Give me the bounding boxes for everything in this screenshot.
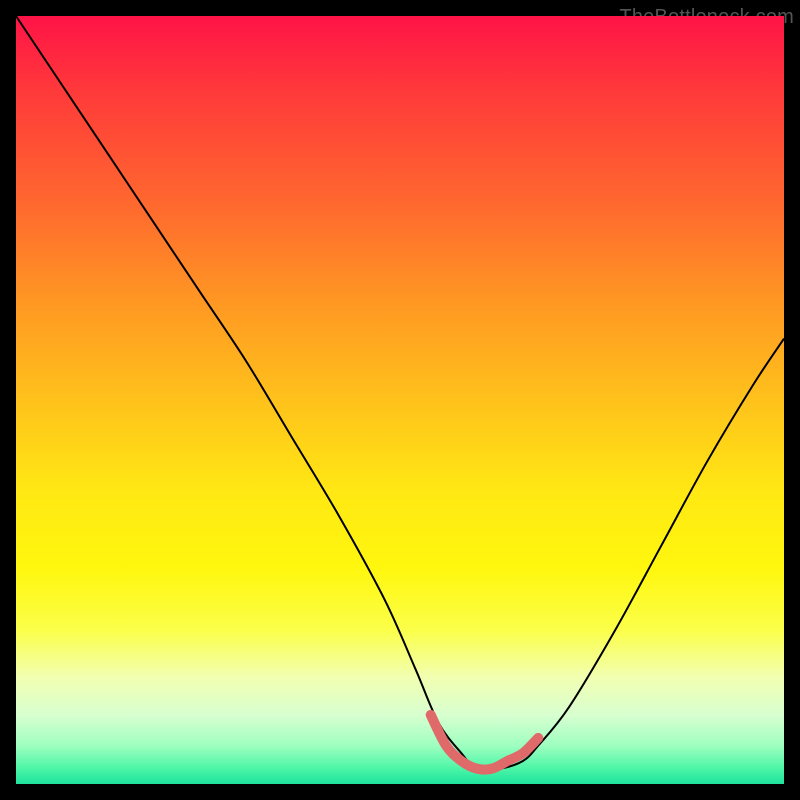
chart-container: TheBottleneck.com — [0, 0, 800, 800]
plot-area — [16, 16, 784, 784]
bottleneck-curve — [16, 16, 784, 770]
chart-svg — [16, 16, 784, 784]
